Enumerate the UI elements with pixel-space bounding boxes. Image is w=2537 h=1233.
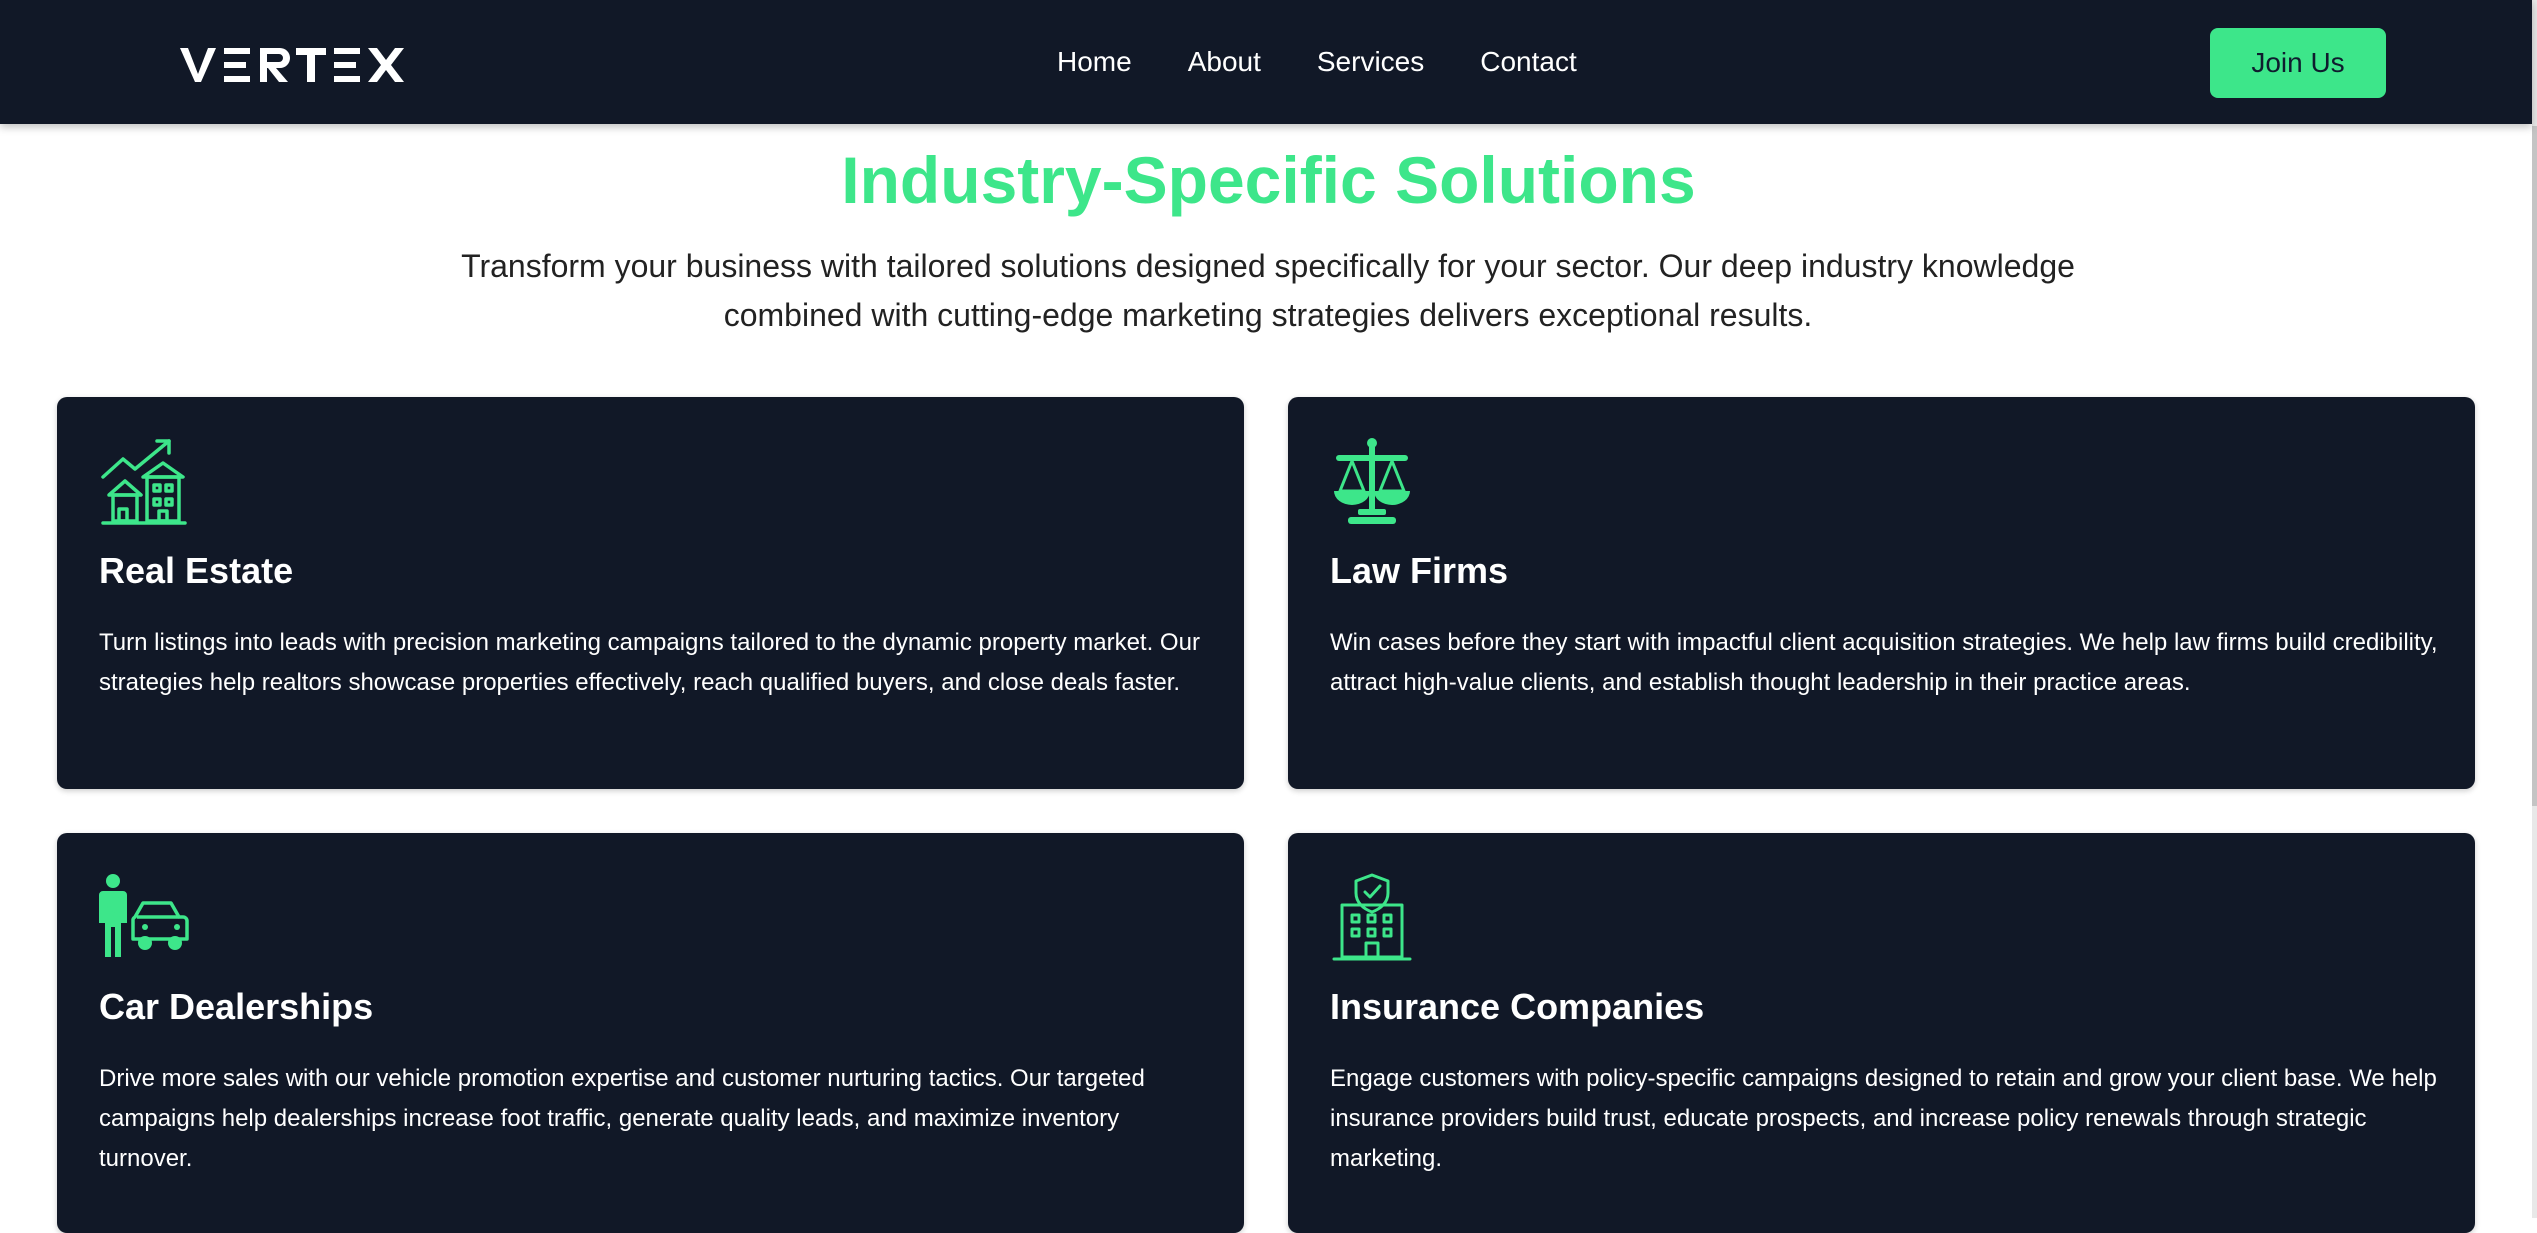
page-scrollbar-thumb[interactable] [2532,126,2537,806]
card-title: Law Firms [1330,550,1509,591]
nav-services[interactable]: Services [1317,42,1424,82]
main-nav: Home About Services Contact [1057,42,1633,82]
card-title: Insurance Companies [1330,986,1705,1027]
nav-contact[interactable]: Contact [1480,42,1577,82]
join-us-button[interactable]: Join Us [2210,28,2386,98]
car-dealer-icon [99,873,189,963]
scales-icon [1330,437,1420,527]
card-title: Car Dealerships [99,986,374,1027]
nav-home[interactable]: Home [1057,42,1132,82]
industry-card-real-estate: Real Estate Turn listings into leads wit… [57,397,1244,789]
site-header: Home About Services Contact Join Us [0,0,2532,124]
vertex-logo-mark [180,48,404,82]
industry-card-law-firms: Law Firms Win cases before they start wi… [1288,397,2475,789]
card-title: Real Estate [99,550,294,591]
vertex-logo[interactable] [180,46,405,89]
card-description: Drive more sales with our vehicle promot… [99,1065,1145,1172]
nav-about[interactable]: About [1188,42,1261,82]
insurance-building-icon [1330,873,1420,963]
industry-card-insurance-companies: Insurance Companies Engage customers wit… [1288,833,2475,1233]
section-title: Industry-Specific Solutions [841,143,1696,217]
card-description: Win cases before they start with impactf… [1330,629,2438,696]
card-description: Turn listings into leads with precision … [99,629,1200,696]
industry-card-car-dealerships: Car Dealerships Drive more sales with ou… [57,833,1244,1233]
card-description: Engage customers with policy-specific ca… [1330,1065,2437,1172]
section-subtitle: Transform your business with tailored so… [461,248,2075,333]
house-growth-icon [99,437,189,527]
